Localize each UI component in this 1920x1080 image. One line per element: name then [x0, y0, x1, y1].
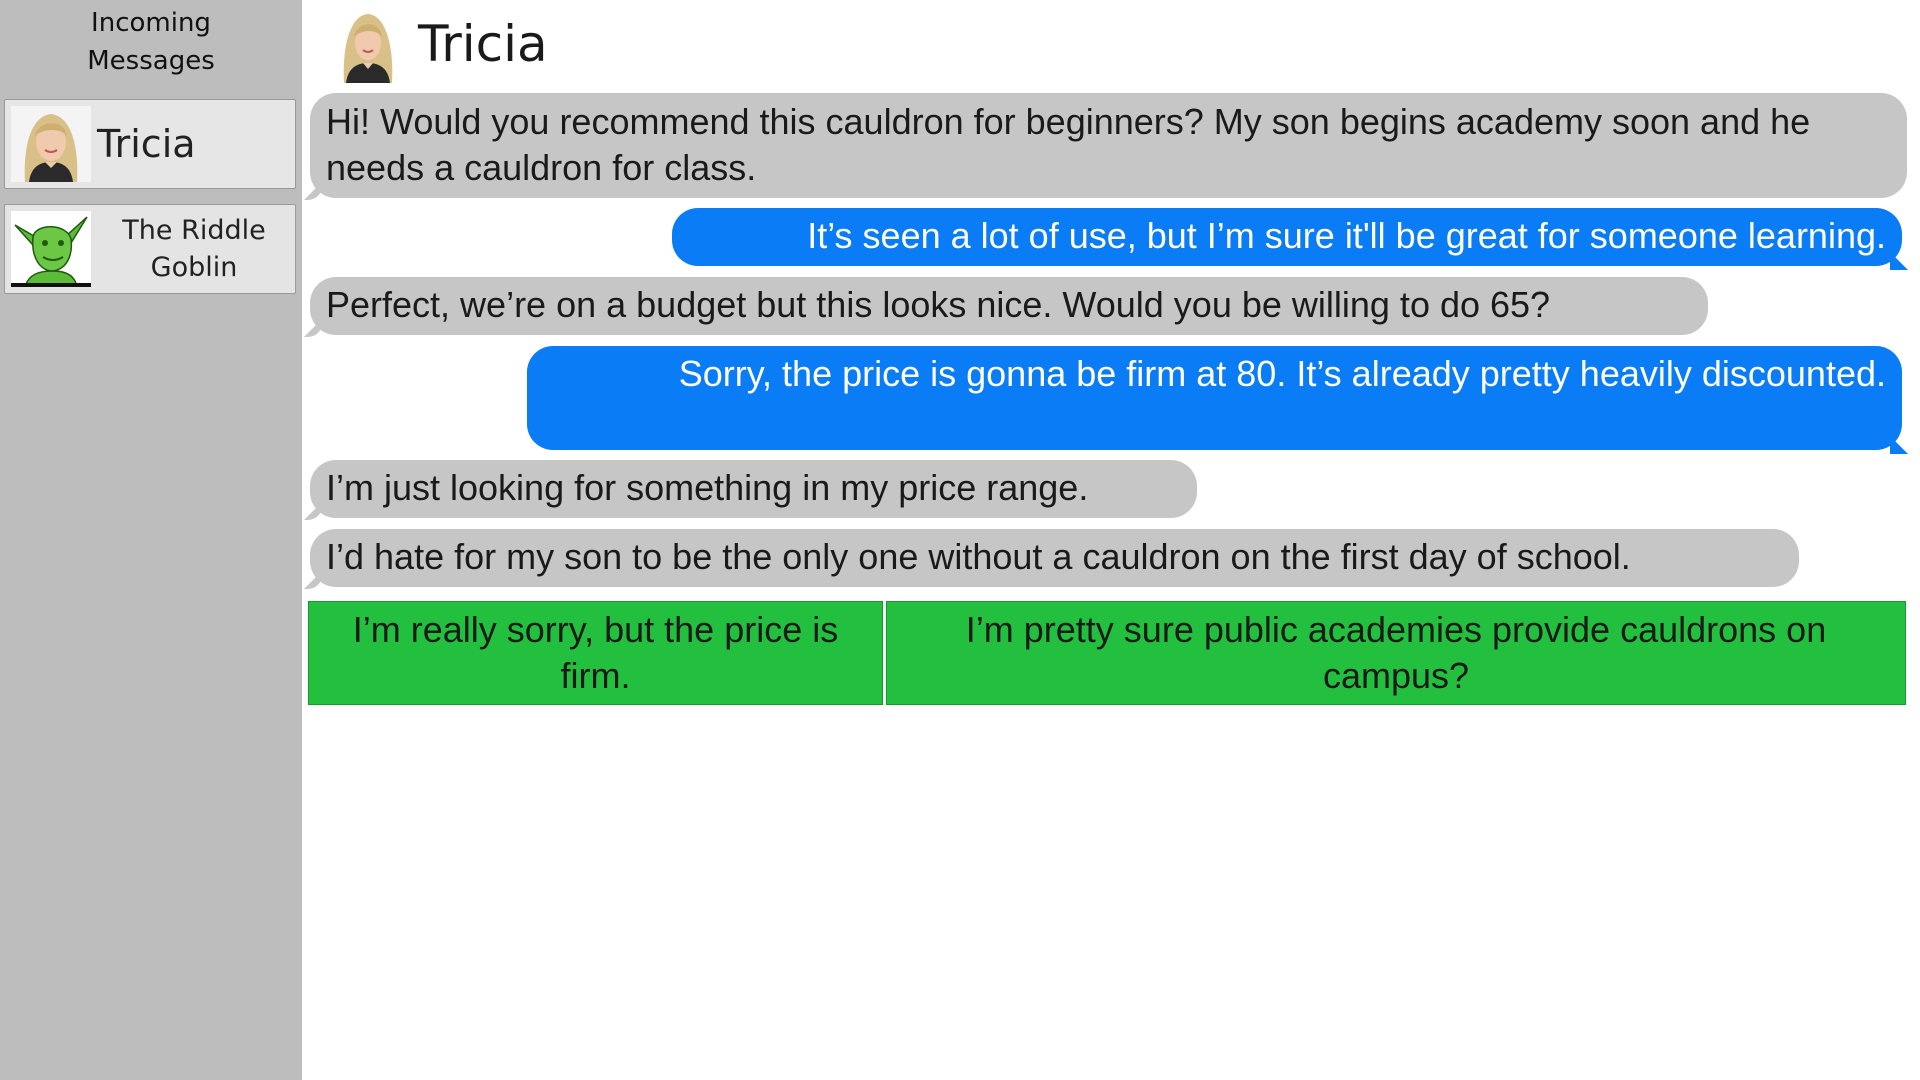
message-incoming: Perfect, we’re on a budget but this look… — [310, 277, 1708, 335]
sidebar: Incoming Messages Tricia The Riddle Gobl… — [0, 0, 302, 1080]
message-incoming: I’d hate for my son to be the only one w… — [310, 529, 1799, 587]
goblin-portrait-icon — [11, 211, 91, 287]
contact-item-riddle-goblin[interactable]: The Riddle Goblin — [4, 204, 296, 294]
avatar — [11, 211, 91, 287]
messaging-app: Incoming Messages Tricia The Riddle Gobl… — [0, 0, 1920, 1080]
reply-option-button[interactable]: I’m really sorry, but the price is firm. — [308, 601, 883, 705]
avatar — [11, 106, 91, 182]
message-outgoing: Sorry, the price is gonna be firm at 80.… — [527, 346, 1902, 450]
message-incoming: Hi! Would you recommend this cauldron fo… — [310, 93, 1907, 198]
contact-item-tricia[interactable]: Tricia — [4, 99, 296, 189]
reply-option-button[interactable]: I’m pretty sure public academies provide… — [886, 601, 1906, 705]
chat-header: Tricia — [336, 8, 548, 84]
woman-portrait-icon — [11, 106, 91, 182]
woman-portrait-icon — [336, 9, 400, 83]
contact-name: The Riddle Goblin — [122, 215, 266, 283]
sidebar-title: Incoming Messages — [87, 8, 215, 76]
contact-name: Tricia — [97, 122, 196, 166]
message-outgoing: It’s seen a lot of use, but I’m sure it'… — [672, 208, 1902, 266]
chat-title: Tricia — [418, 15, 548, 73]
avatar — [336, 9, 400, 83]
message-incoming: I’m just looking for something in my pri… — [310, 460, 1197, 518]
